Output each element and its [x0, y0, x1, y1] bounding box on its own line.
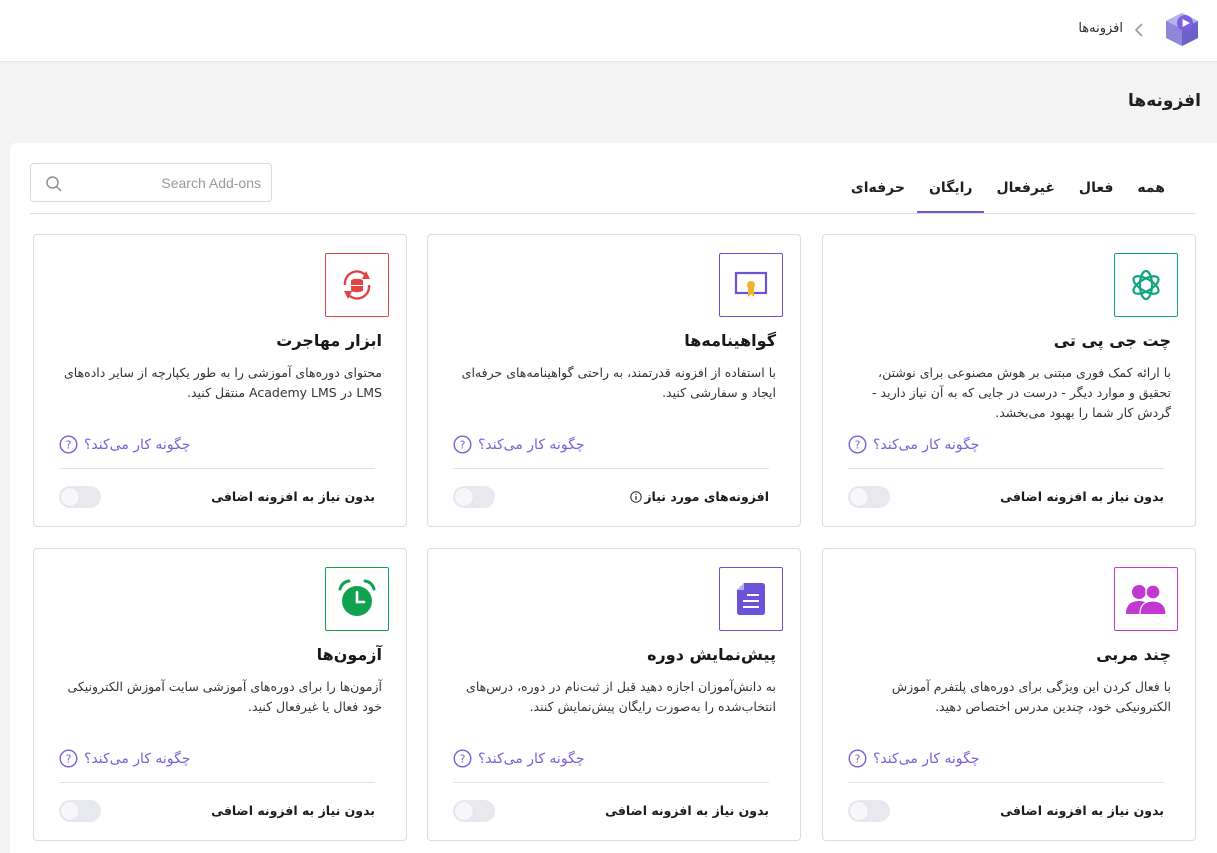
- chevron-left-icon: [1131, 20, 1147, 40]
- course-preview-icon: [719, 567, 783, 631]
- search-input[interactable]: [71, 168, 261, 198]
- card-description: با استفاده از افزونه قدرتمند، به راحتی گ…: [461, 365, 776, 400]
- card-title: چند مربی: [1096, 645, 1171, 664]
- requirement-label: بدون نیاز به افزونه اضافی: [1000, 803, 1164, 818]
- search-box: [30, 163, 272, 202]
- addon-toggle[interactable]: [453, 486, 495, 508]
- requirement-label: بدون نیاز به افزونه اضافی: [1000, 489, 1164, 504]
- svg-text:?: ?: [855, 439, 861, 452]
- addon-card-migration: ابزار مهاجرت محتوای دوره‌های آموزشی را ب…: [33, 234, 407, 527]
- card-description: با ارائه کمک فوری مبتنی بر هوش مصنوعی بر…: [872, 365, 1171, 420]
- addon-card-chatgpt: چت جی پی تی با ارائه کمک فوری مبتنی بر ه…: [822, 234, 1196, 527]
- card-divider: [59, 782, 375, 783]
- question-circle-icon: ?: [848, 435, 867, 454]
- how-it-works-link[interactable]: ? چگونه کار می‌کند؟: [59, 435, 190, 454]
- how-it-works-link[interactable]: ? چگونه کار می‌کند؟: [453, 435, 584, 454]
- requirement-text: بدون نیاز به افزونه اضافی: [211, 803, 375, 818]
- card-title: چت جی پی تی: [1053, 331, 1171, 350]
- addon-card-course-preview: پیش‌نمایش دوره به دانش‌آموزان اجازه دهید…: [427, 548, 801, 841]
- question-circle-icon: ?: [848, 749, 867, 768]
- page-title: افزونه‌ها: [1128, 91, 1201, 111]
- addon-card-multi-instructor: چند مربی با فعال کردن این ویژگی برای دور…: [822, 548, 1196, 841]
- logo-icon[interactable]: [1163, 11, 1201, 47]
- how-it-works-label: چگونه کار می‌کند؟: [84, 750, 191, 767]
- svg-text:?: ?: [66, 439, 72, 452]
- how-it-works-link[interactable]: ? چگونه کار می‌کند؟: [59, 749, 190, 768]
- question-circle-icon: ?: [453, 749, 472, 768]
- addon-card-certificates: گواهینامه‌ها با استفاده از افزونه قدرتمن…: [427, 234, 801, 527]
- addon-toggle[interactable]: [453, 800, 495, 822]
- card-description: با فعال کردن این ویژگی برای دوره‌های پلت…: [891, 679, 1171, 714]
- requirement-label: بدون نیاز به افزونه اضافی: [211, 489, 375, 504]
- search-icon[interactable]: [45, 175, 63, 193]
- toggle-knob: [455, 488, 473, 506]
- how-it-works-link[interactable]: ? چگونه کار می‌کند؟: [453, 749, 584, 768]
- svg-text:?: ?: [460, 753, 466, 766]
- requirement-label: افزونه‌های مورد نیاز: [644, 489, 769, 504]
- tab-pro[interactable]: حرفه‌ای: [839, 174, 917, 212]
- toggle-knob: [61, 802, 79, 820]
- card-title: پیش‌نمایش دوره: [647, 645, 776, 664]
- card-description: آزمون‌ها را برای دوره‌های آموزشی سایت آم…: [67, 679, 382, 714]
- how-it-works-label: چگونه کار می‌کند؟: [84, 436, 191, 453]
- breadcrumb-current[interactable]: افزونه‌ها: [1078, 21, 1123, 36]
- migration-icon: [325, 253, 389, 317]
- svg-text:?: ?: [855, 753, 861, 766]
- requirement-text: بدون نیاز به افزونه اضافی: [1000, 489, 1164, 504]
- chatgpt-icon: [1114, 253, 1178, 317]
- card-title: آزمون‌ها: [316, 645, 382, 664]
- how-it-works-link[interactable]: ? چگونه کار می‌کند؟: [848, 749, 979, 768]
- certificate-icon: [719, 253, 783, 317]
- card-title: ابزار مهاجرت: [276, 331, 382, 350]
- info-icon[interactable]: [630, 490, 643, 503]
- addon-card-quizzes: آزمون‌ها آزمون‌ها را برای دوره‌های آموزش…: [33, 548, 407, 841]
- card-divider: [59, 468, 375, 469]
- how-it-works-label: چگونه کار می‌کند؟: [478, 436, 585, 453]
- toggle-knob: [61, 488, 79, 506]
- tab-active[interactable]: فعال: [1067, 174, 1125, 212]
- card-divider: [453, 782, 769, 783]
- toggle-knob: [850, 488, 868, 506]
- addon-toggle[interactable]: [59, 800, 101, 822]
- toggle-knob: [850, 802, 868, 820]
- how-it-works-label: چگونه کار می‌کند؟: [478, 750, 585, 767]
- card-description: محتوای دوره‌های آموزشی را به طور یکپارچه…: [63, 365, 382, 400]
- svg-text:?: ?: [460, 439, 466, 452]
- requirement-text: بدون نیاز به افزونه اضافی: [605, 803, 769, 818]
- addon-toggle[interactable]: [848, 486, 890, 508]
- top-bar: افزونه‌ها: [0, 0, 1217, 62]
- question-circle-icon: ?: [59, 435, 78, 454]
- tab-inactive[interactable]: غیرفعال: [984, 174, 1066, 212]
- how-it-works-label: چگونه کار می‌کند؟: [873, 436, 980, 453]
- card-divider: [848, 468, 1164, 469]
- requirement-label: بدون نیاز به افزونه اضافی: [605, 803, 769, 818]
- requirement-label: بدون نیاز به افزونه اضافی: [211, 803, 375, 818]
- tab-all[interactable]: همه: [1125, 174, 1177, 212]
- tab-free[interactable]: رایگان: [916, 174, 985, 213]
- requirement-text: افزونه‌های مورد نیاز: [630, 489, 769, 504]
- filter-tabs: همه فعال غیرفعال رایگان حرفه‌ای: [839, 174, 1177, 213]
- card-divider: [848, 782, 1164, 783]
- multi-instructor-icon: [1114, 567, 1178, 631]
- card-description: به دانش‌آموزان اجازه دهید قبل از ثبت‌نام…: [466, 679, 776, 714]
- how-it-works-label: چگونه کار می‌کند؟: [873, 750, 980, 767]
- card-title: گواهینامه‌ها: [684, 331, 776, 350]
- svg-text:?: ?: [66, 753, 72, 766]
- card-divider: [453, 468, 769, 469]
- quiz-alarm-icon: [325, 567, 389, 631]
- question-circle-icon: ?: [453, 435, 472, 454]
- toggle-knob: [455, 802, 473, 820]
- requirement-text: بدون نیاز به افزونه اضافی: [1000, 803, 1164, 818]
- tabs-divider: [30, 213, 1195, 214]
- addon-toggle[interactable]: [848, 800, 890, 822]
- question-circle-icon: ?: [59, 749, 78, 768]
- how-it-works-link[interactable]: ? چگونه کار می‌کند؟: [848, 435, 979, 454]
- requirement-text: بدون نیاز به افزونه اضافی: [211, 489, 375, 504]
- addon-toggle[interactable]: [59, 486, 101, 508]
